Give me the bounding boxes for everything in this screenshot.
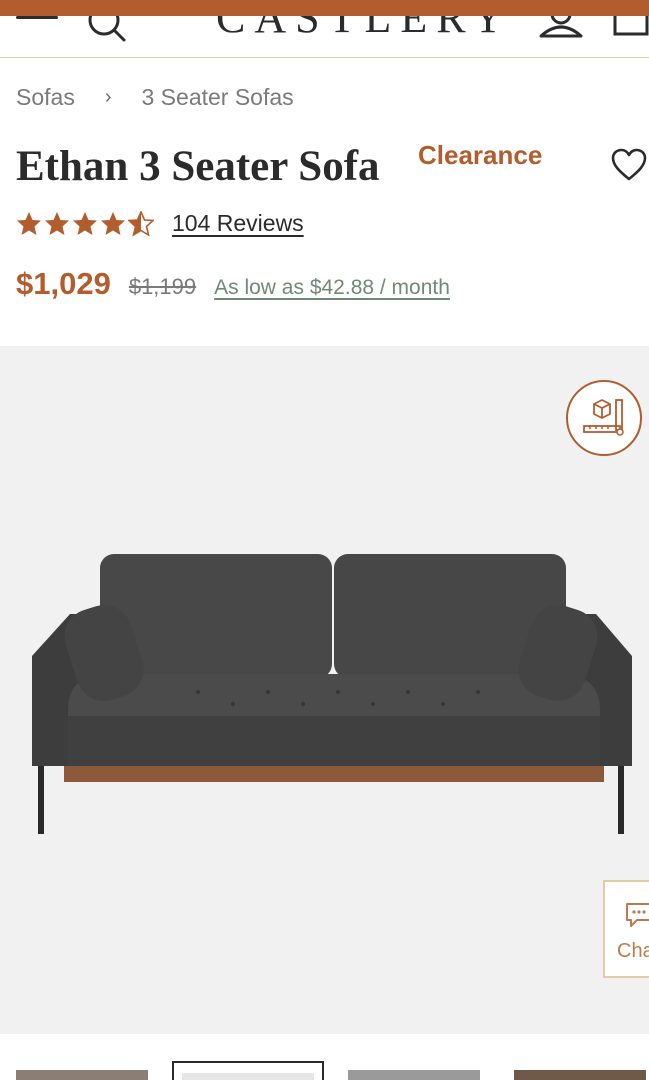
breadcrumb-3-seater-sofas[interactable]: 3 Seater Sofas [142, 84, 294, 111]
price-row: $1,029 $1,199 As low as $42.88 / month [16, 266, 450, 302]
thumbnail-2[interactable] [172, 1061, 324, 1080]
product-title: Ethan 3 Seater Sofa [16, 143, 380, 190]
breadcrumb: Sofas › 3 Seater Sofas [16, 84, 294, 111]
heart-icon[interactable] [611, 148, 647, 182]
breadcrumb-separator: › [104, 86, 112, 108]
site-header: CASTLERY [0, 16, 649, 58]
site-logo[interactable]: CASTLERY [216, 16, 513, 43]
star-icon [101, 211, 125, 235]
thumbnail-3[interactable] [348, 1070, 480, 1080]
original-price: $1,199 [128, 274, 197, 299]
menu-icon[interactable] [16, 16, 58, 30]
breadcrumb-sofas[interactable]: Sofas [16, 84, 75, 111]
thumbnail-strip [0, 1060, 649, 1080]
star-icon [73, 211, 97, 235]
sale-price: $1,029 [16, 266, 111, 301]
thumbnail-1[interactable] [16, 1070, 148, 1080]
cart-icon[interactable] [612, 16, 649, 36]
rating-summary: 104 Reviews [16, 210, 304, 237]
star-rating [16, 210, 154, 237]
ruler-box-icon [583, 399, 624, 436]
sofa-image [32, 554, 632, 834]
clearance-badge: Clearance [418, 140, 543, 170]
dimensions-button[interactable] [566, 380, 642, 456]
chat-label: Chat [617, 940, 649, 962]
star-icon [17, 211, 41, 235]
account-icon[interactable] [538, 16, 584, 38]
promo-bar [0, 0, 649, 16]
half-star-icon [128, 210, 154, 237]
chat-widget[interactable]: Chat [603, 880, 649, 978]
reviews-link[interactable]: 104 Reviews [172, 210, 304, 237]
star-icon [45, 211, 69, 235]
thumbnail-4[interactable] [514, 1070, 646, 1080]
installment-link[interactable]: As low as $42.88 / month [214, 276, 450, 300]
chat-icon [626, 903, 649, 927]
search-icon[interactable] [84, 16, 128, 42]
